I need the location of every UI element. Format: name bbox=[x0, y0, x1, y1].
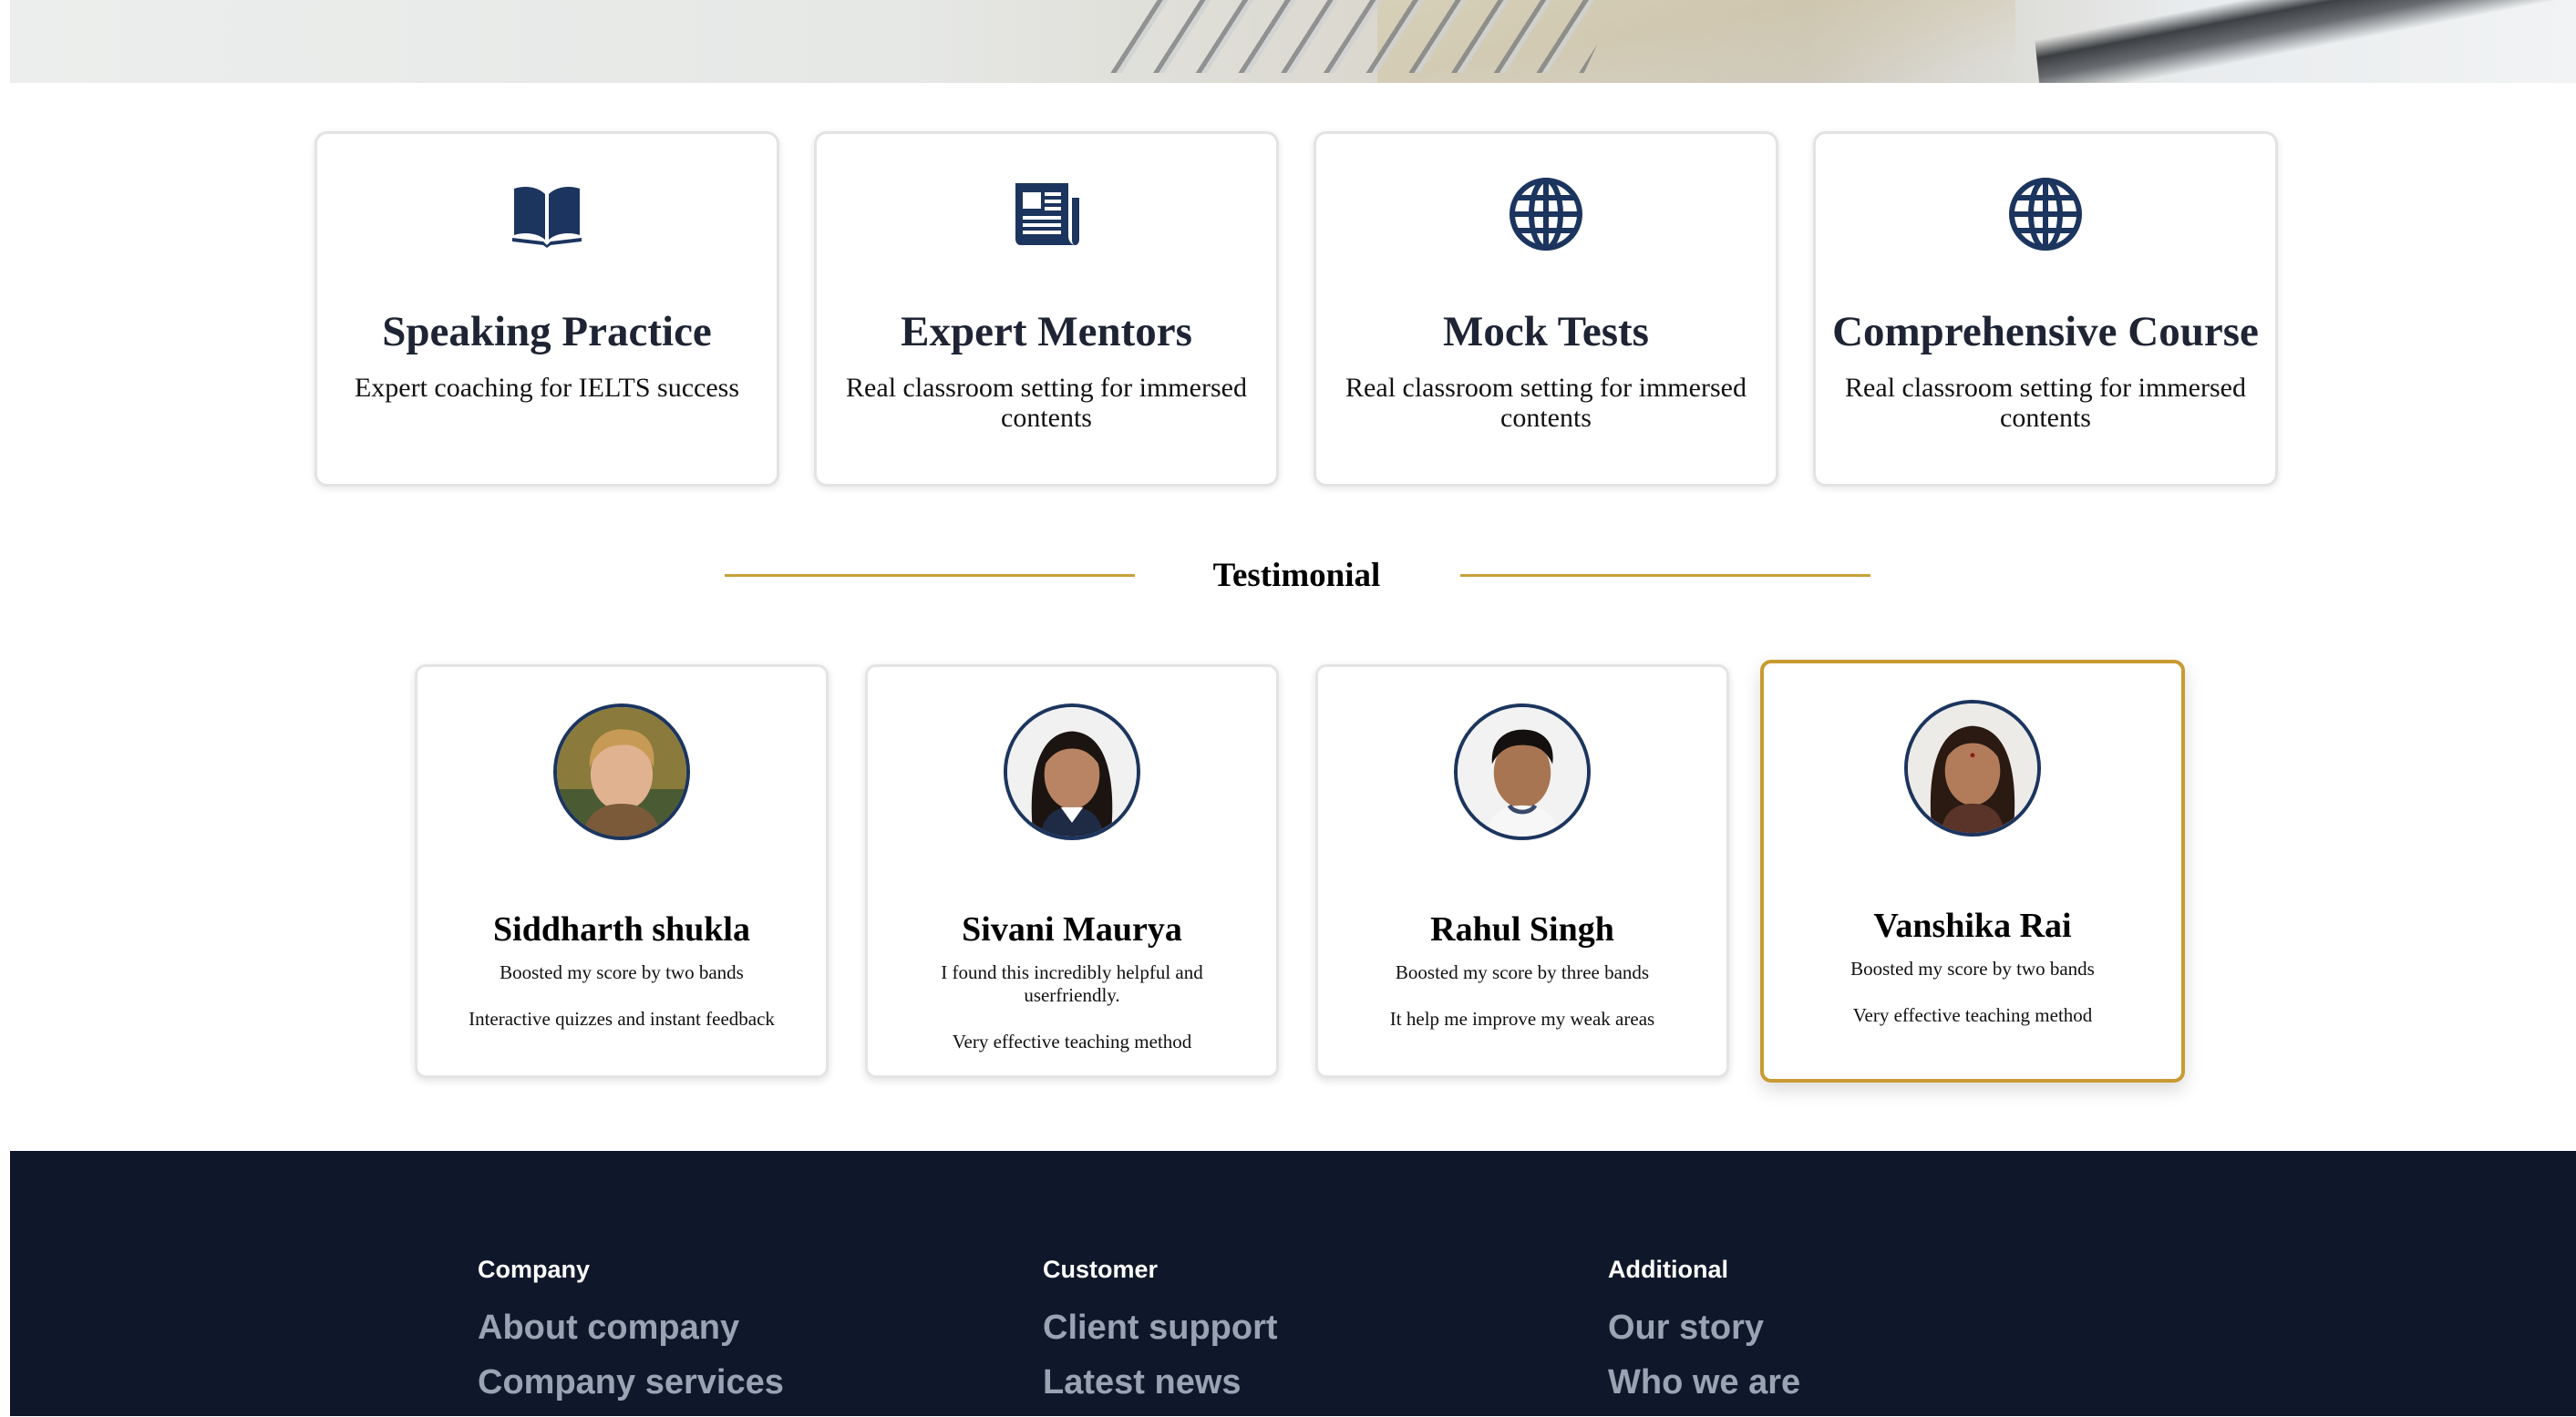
footer-link-company-services[interactable]: Company services bbox=[478, 1362, 784, 1402]
testimonial-note: Very effective teaching method bbox=[952, 1031, 1192, 1052]
footer-link-client-support[interactable]: Client support bbox=[1043, 1308, 1278, 1348]
footer-column-heading: Company bbox=[478, 1256, 591, 1283]
testimonial-card[interactable]: Rahul Singh Boosted my score by three ba… bbox=[1315, 664, 1729, 1078]
feature-title: Expert Mentors bbox=[901, 308, 1192, 355]
feature-card-expert-mentors: Expert Mentors Real classroom setting fo… bbox=[814, 131, 1279, 487]
open-book-icon bbox=[509, 176, 585, 252]
footer-column-additional: Additional Our story Who we are bbox=[1608, 1256, 1800, 1417]
footer-link-our-story[interactable]: Our story bbox=[1608, 1308, 1800, 1348]
testimonial-note: Interactive quizzes and instant feedback bbox=[469, 1008, 775, 1030]
testimonial-quote: I found this incredibly helpful and user… bbox=[941, 961, 1203, 1006]
feature-description: Real classroom setting for immersed cont… bbox=[846, 373, 1247, 433]
testimonial-name: Vanshika Rai bbox=[1873, 907, 2072, 945]
divider-right bbox=[1460, 574, 1870, 577]
footer-link-about-company[interactable]: About company bbox=[478, 1308, 784, 1348]
testimonial-name: Sivani Maurya bbox=[962, 910, 1182, 949]
globe-icon bbox=[1508, 176, 1584, 252]
avatar bbox=[1454, 703, 1591, 840]
testimonial-card[interactable]: Siddharth shukla Boosted my score by two… bbox=[415, 664, 829, 1078]
footer-column-customer: Customer Client support Latest news bbox=[1043, 1256, 1278, 1417]
footer-link-who-we-are[interactable]: Who we are bbox=[1608, 1362, 1800, 1402]
footer-column-heading: Customer bbox=[1043, 1256, 1159, 1283]
footer-column-company: Company About company Company services bbox=[478, 1256, 784, 1417]
footer: Company About company Company services C… bbox=[10, 1151, 2576, 1416]
hero-image bbox=[10, 0, 2576, 83]
footer-column-heading: Additional bbox=[1608, 1256, 1728, 1283]
globe-icon bbox=[2007, 176, 2084, 252]
feature-title: Speaking Practice bbox=[382, 308, 712, 355]
testimonial-note: Very effective teaching method bbox=[1852, 1004, 2093, 1026]
testimonial-name: Rahul Singh bbox=[1430, 910, 1614, 949]
testimonial-quote: Boosted my score by two bands bbox=[1850, 958, 2095, 980]
testimonial-card-active[interactable]: Vanshika Rai Boosted my score by two ban… bbox=[1760, 660, 2185, 1083]
feature-card-mock-tests: Mock Tests Real classroom setting for im… bbox=[1314, 131, 1778, 487]
avatar bbox=[1004, 703, 1140, 840]
testimonial-name: Siddharth shukla bbox=[493, 910, 750, 949]
divider-left bbox=[725, 574, 1135, 577]
testimonial-quote: Boosted my score by three bands bbox=[1395, 961, 1650, 983]
feature-card-comprehensive-course: Comprehensive Course Real classroom sett… bbox=[1813, 131, 2278, 487]
avatar bbox=[1904, 700, 2041, 837]
avatar bbox=[553, 703, 690, 840]
testimonial-note: It help me improve my weak areas bbox=[1389, 1008, 1655, 1030]
feature-title: Mock Tests bbox=[1443, 308, 1649, 355]
footer-link-latest-news[interactable]: Latest news bbox=[1043, 1362, 1278, 1402]
feature-description: Real classroom setting for immersed cont… bbox=[1845, 373, 2246, 433]
feature-description: Expert coaching for IELTS success bbox=[354, 373, 740, 403]
newspaper-icon bbox=[1008, 176, 1085, 252]
feature-description: Real classroom setting for immersed cont… bbox=[1345, 373, 1747, 433]
feature-card-speaking-practice: Speaking Practice Expert coaching for IE… bbox=[314, 131, 779, 487]
testimonial-quote: Boosted my score by two bands bbox=[500, 961, 744, 983]
features-section: Speaking Practice Expert coaching for IE… bbox=[314, 131, 2283, 490]
testimonial-card[interactable]: Sivani Maurya I found this incredibly he… bbox=[865, 664, 1279, 1078]
testimonial-heading: Testimonial bbox=[1212, 557, 1381, 594]
feature-title: Comprehensive Course bbox=[1832, 308, 2259, 355]
